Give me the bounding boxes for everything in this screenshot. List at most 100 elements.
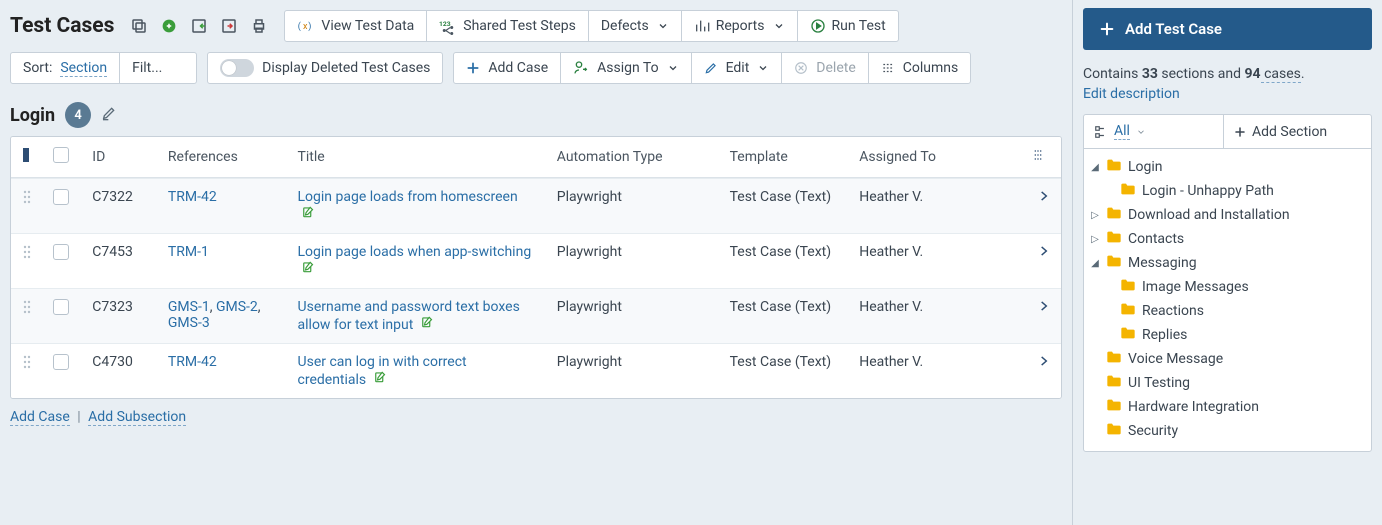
- tree-node[interactable]: ◢Messaging: [1090, 251, 1365, 275]
- edit-button[interactable]: Edit: [692, 53, 783, 83]
- row-title-cell: User can log in with correct credentials: [288, 343, 547, 398]
- view-test-data-button[interactable]: (x) View Test Data: [285, 11, 427, 41]
- reference-link[interactable]: GMS-3: [168, 315, 210, 331]
- run-test-button[interactable]: Run Test: [798, 11, 898, 41]
- row-title-cell: Login page loads from homescreen: [288, 178, 547, 233]
- row-expand-icon[interactable]: [1037, 191, 1051, 207]
- select-all-checkbox[interactable]: [53, 147, 69, 163]
- row-checkbox[interactable]: [53, 189, 69, 205]
- tree-node[interactable]: ◢Login: [1090, 155, 1365, 179]
- edit-inline-icon[interactable]: [421, 317, 435, 333]
- column-template[interactable]: Template: [720, 137, 850, 178]
- tree-node[interactable]: Login - Unhappy Path: [1104, 179, 1365, 203]
- table-row[interactable]: C7323 GMS-1, GMS-2, GMS-3 Username and p…: [11, 288, 1061, 343]
- column-automation-type[interactable]: Automation Type: [547, 137, 720, 178]
- add-section-button[interactable]: Add Section: [1224, 115, 1371, 148]
- shared-test-steps-button[interactable]: 123 Shared Test Steps: [427, 11, 589, 41]
- drag-handle-icon[interactable]: [22, 358, 32, 374]
- edit-inline-icon[interactable]: [374, 372, 388, 388]
- chevron-down-icon: [757, 62, 769, 74]
- footer-add-case-link[interactable]: Add Case: [10, 409, 70, 426]
- reference-link[interactable]: GMS-2: [216, 299, 258, 315]
- tree-all-button[interactable]: All: [1084, 115, 1224, 148]
- tree-node[interactable]: Image Messages: [1104, 275, 1365, 299]
- filter-label: Filt...: [132, 60, 184, 76]
- pencil-icon: [704, 61, 718, 75]
- import-icon[interactable]: [188, 15, 210, 37]
- reference-link[interactable]: TRM-42: [168, 354, 217, 370]
- filter-button[interactable]: Filt...: [120, 53, 196, 83]
- row-automation: Playwright: [547, 288, 720, 343]
- header-button-group: (x) View Test Data 123 Shared Test Steps…: [284, 10, 898, 42]
- columns-icon: [881, 61, 895, 75]
- export-icon[interactable]: [218, 15, 240, 37]
- reports-button[interactable]: Reports: [682, 11, 798, 41]
- close-circle-icon: [794, 61, 808, 75]
- tree-node[interactable]: ▷Contacts: [1090, 227, 1365, 251]
- footer-add-subsection-link[interactable]: Add Subsection: [88, 409, 186, 426]
- row-checkbox[interactable]: [53, 354, 69, 370]
- columns-button[interactable]: Columns: [869, 53, 970, 83]
- tree-node-label: Security: [1128, 423, 1178, 439]
- drag-handle-icon[interactable]: [22, 303, 32, 319]
- column-menu-icon[interactable]: [1032, 151, 1048, 167]
- row-expand-icon[interactable]: [1037, 246, 1051, 262]
- table-row[interactable]: C7322 TRM-42 Login page loads from homes…: [11, 178, 1061, 233]
- column-references[interactable]: References: [158, 137, 288, 178]
- tree-node[interactable]: ▷Download and Installation: [1090, 203, 1365, 227]
- tree-node[interactable]: Voice Message: [1090, 347, 1365, 371]
- chevron-down-icon: [657, 20, 669, 32]
- delete-button[interactable]: Delete: [782, 53, 868, 83]
- column-assigned-to[interactable]: Assigned To: [849, 137, 1022, 178]
- row-checkbox[interactable]: [53, 299, 69, 315]
- defects-button[interactable]: Defects: [589, 11, 682, 41]
- edit-inline-icon[interactable]: [302, 262, 316, 278]
- reference-link[interactable]: TRM-42: [168, 189, 217, 205]
- tree-expander-icon[interactable]: ▷: [1090, 210, 1100, 221]
- row-title-link[interactable]: Username and password text boxes allow f…: [298, 299, 520, 333]
- tree-node-label: Image Messages: [1142, 279, 1249, 295]
- reference-link[interactable]: GMS-1: [168, 299, 210, 315]
- assign-to-label: Assign To: [597, 60, 658, 76]
- row-expand-icon[interactable]: [1037, 356, 1051, 372]
- folder-icon: [1106, 254, 1122, 272]
- tree-expander-icon[interactable]: ▷: [1090, 234, 1100, 245]
- edit-section-icon[interactable]: [101, 105, 117, 125]
- drag-handle-icon[interactable]: [22, 193, 32, 209]
- assign-to-button[interactable]: Assign To: [561, 53, 691, 83]
- row-id: C7323: [82, 288, 158, 343]
- table-row[interactable]: C4730 TRM-42 User can log in with correc…: [11, 343, 1061, 398]
- table-row[interactable]: C7453 TRM-1 Login page loads when app-sw…: [11, 233, 1061, 288]
- column-marker-icon[interactable]: [11, 137, 43, 178]
- section-count-badge: 4: [65, 102, 91, 128]
- edit-inline-icon[interactable]: [302, 207, 316, 223]
- copy-icon[interactable]: [128, 15, 150, 37]
- display-deleted-toggle[interactable]: Display Deleted Test Cases: [208, 53, 442, 83]
- import-ai-icon[interactable]: [158, 15, 180, 37]
- add-test-case-button[interactable]: Add Test Case: [1083, 8, 1372, 50]
- folder-icon: [1106, 374, 1122, 392]
- column-id[interactable]: ID: [82, 137, 158, 178]
- tree-node[interactable]: Security: [1090, 419, 1365, 443]
- tree-node[interactable]: Reactions: [1104, 299, 1365, 323]
- tree-expander-icon[interactable]: ◢: [1090, 162, 1100, 173]
- add-section-label: Add Section: [1252, 124, 1327, 140]
- user-arrow-icon: [573, 60, 589, 76]
- row-checkbox[interactable]: [53, 244, 69, 260]
- tree-node[interactable]: Hardware Integration: [1090, 395, 1365, 419]
- row-expand-icon[interactable]: [1037, 301, 1051, 317]
- column-title[interactable]: Title: [288, 137, 547, 178]
- row-title-link[interactable]: Login page loads when app-switching: [298, 244, 532, 260]
- tree-node[interactable]: Replies: [1104, 323, 1365, 347]
- print-icon[interactable]: [248, 15, 270, 37]
- tree-node[interactable]: UI Testing: [1090, 371, 1365, 395]
- drag-handle-icon[interactable]: [22, 248, 32, 264]
- folder-icon: [1120, 326, 1136, 344]
- edit-description-link[interactable]: Edit description: [1083, 86, 1180, 102]
- row-title-link[interactable]: Login page loads from homescreen: [298, 189, 518, 205]
- folder-icon: [1120, 182, 1136, 200]
- reference-link[interactable]: TRM-1: [168, 244, 209, 260]
- add-case-button[interactable]: Add Case: [454, 53, 561, 83]
- sort-button[interactable]: Sort: Section: [11, 53, 120, 83]
- tree-expander-icon[interactable]: ◢: [1090, 258, 1100, 269]
